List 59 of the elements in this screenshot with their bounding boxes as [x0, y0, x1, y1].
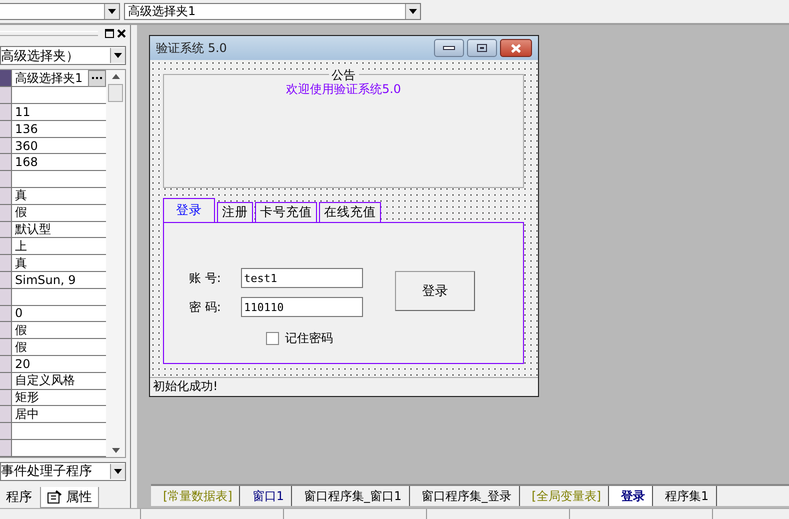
combo-box[interactable]: 高级选择夹1	[124, 2, 421, 20]
property-value-cell[interactable]: 自定义风格	[12, 372, 106, 389]
password-field[interactable]: 110110	[241, 297, 363, 317]
close-button[interactable]	[500, 39, 532, 57]
close-icon	[510, 44, 522, 52]
property-value-cell[interactable]: 11	[12, 104, 106, 120]
editor-tab[interactable]: 程序集1	[653, 486, 717, 506]
notice-text: 欢迎使用验证系统5.0	[284, 81, 402, 98]
property-value-cell[interactable]: 高级选择夹1	[12, 70, 106, 86]
property-value-cell[interactable]: 假	[12, 322, 106, 338]
editor-tab[interactable]: 窗口程序集_窗口1	[292, 486, 410, 506]
property-value-cell[interactable]: 168	[12, 154, 106, 170]
ellipsis-button[interactable]	[88, 70, 106, 87]
checkbox[interactable]	[266, 332, 279, 345]
property-value-cell[interactable]: 假	[12, 204, 106, 221]
property-value-cell[interactable]: 20	[12, 356, 106, 372]
property-value-cell[interactable]: 360	[12, 138, 106, 154]
checkbox-label: 记住密码	[285, 330, 333, 347]
editor-tab[interactable]: 登录	[609, 486, 654, 506]
panel-tab[interactable]: 程序	[0, 486, 38, 508]
ellipsis-icon	[92, 76, 102, 80]
tab[interactable]: 登录	[163, 198, 215, 222]
editor-tab[interactable]: 窗口程序集_登录	[410, 486, 520, 506]
login-button[interactable]: 登录	[395, 271, 475, 311]
document-icon	[47, 490, 63, 504]
property-value-cell[interactable]: 居中	[12, 406, 106, 422]
minimize-icon	[443, 46, 455, 50]
property-value-cell[interactable]: SimSun, 9	[12, 272, 106, 288]
minimize-button[interactable]	[434, 39, 464, 57]
combo-box[interactable]	[0, 2, 120, 20]
object-combo-box[interactable]: 高级选择夹）	[0, 46, 126, 66]
property-value-cell[interactable]: 默认型	[12, 222, 106, 238]
group-caption: 公告	[328, 67, 358, 84]
maximize-icon[interactable]	[105, 29, 114, 38]
event-combo-box[interactable]: 事件处理子程序	[0, 462, 126, 481]
scroll-up-icon[interactable]	[112, 74, 120, 80]
scroll-thumb[interactable]	[108, 84, 123, 102]
password-label: 密 码:	[189, 298, 222, 316]
maximize-icon	[477, 44, 487, 52]
maximize-button[interactable]	[467, 39, 497, 57]
tab[interactable]: 在线充值	[319, 202, 381, 222]
account-label: 账 号:	[189, 270, 222, 286]
tab[interactable]: 卡号充值	[255, 202, 317, 222]
scrollbar[interactable]	[106, 70, 125, 457]
editor-tab[interactable]: [常量数据表]	[151, 486, 240, 506]
scroll-down-icon[interactable]	[112, 448, 120, 453]
panel-tab[interactable]: 属性	[40, 486, 99, 508]
property-value-cell[interactable]: 0	[12, 306, 106, 322]
editor-tab[interactable]: 窗口1	[240, 486, 292, 506]
account-field[interactable]: test1	[241, 268, 363, 288]
property-value-cell[interactable]: 上	[12, 238, 106, 254]
property-value-cell[interactable]: 假	[12, 339, 106, 355]
window-title: 验证系统 5.0	[156, 40, 228, 56]
property-value-cell[interactable]: 136	[12, 120, 106, 137]
close-icon[interactable]	[117, 29, 126, 38]
property-value-cell[interactable]: 真	[12, 255, 106, 271]
property-value-cell[interactable]: 矩形	[12, 390, 106, 406]
tab[interactable]: 注册	[217, 202, 253, 222]
property-value-cell[interactable]: 真	[12, 188, 106, 204]
